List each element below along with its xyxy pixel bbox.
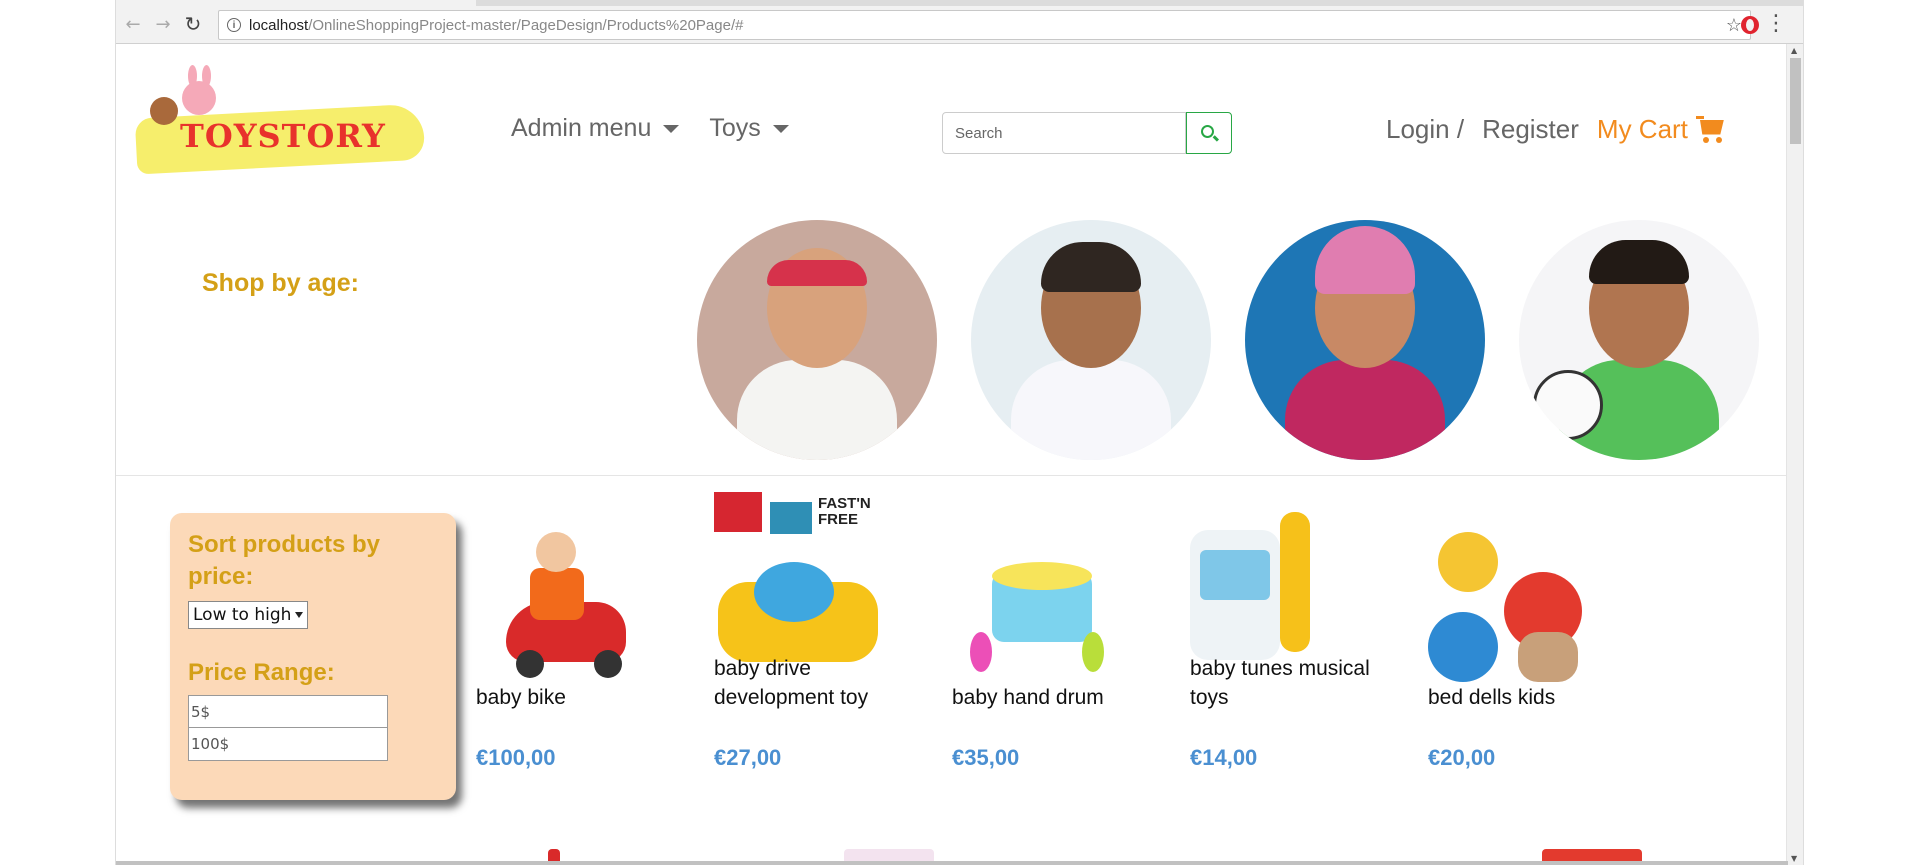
cart-link[interactable]: My Cart <box>1597 114 1726 145</box>
nav-admin-menu[interactable]: Admin menu <box>511 114 680 143</box>
sort-title: Sort products by price: <box>188 531 381 590</box>
logo-text: TOYSTORY <box>180 117 386 155</box>
search-form <box>942 112 1232 154</box>
info-icon[interactable]: i <box>227 18 241 32</box>
browser-window: ← → ↻ i localhost/OnlineShoppingProject-… <box>115 0 1804 865</box>
bunny-icon <box>182 81 216 115</box>
caret-down-icon <box>772 124 789 133</box>
account-links: Login / Register My Cart <box>1386 114 1726 145</box>
address-bar[interactable]: i localhost/OnlineShoppingProject-master… <box>218 10 1751 40</box>
product-card[interactable]: baby tunes musical toys €14,00 <box>1190 502 1428 802</box>
age-category-toddler[interactable] <box>971 220 1211 460</box>
register-link[interactable]: Register <box>1482 114 1579 145</box>
product-card[interactable]: bed dells kids €20,00 <box>1428 502 1666 802</box>
min-price-input[interactable] <box>188 695 388 728</box>
product-image[interactable] <box>1428 502 1598 692</box>
filter-panel: Sort products by price: Low to high Pric… <box>170 513 456 800</box>
browser-toolbar: ← → ↻ i localhost/OnlineShoppingProject-… <box>116 6 1803 44</box>
sort-select[interactable]: Low to high <box>188 601 308 629</box>
page-content: TOYSTORY Admin menu Toys Login / Registe… <box>116 44 1788 861</box>
product-card[interactable]: FAST'N FREE baby drive development toy €… <box>714 492 952 802</box>
cart-label: My Cart <box>1596 114 1688 144</box>
product-name[interactable]: baby hand drum <box>952 683 1172 712</box>
vertical-scrollbar[interactable]: ▲ ▼ <box>1786 44 1803 865</box>
site-logo[interactable]: TOYSTORY <box>134 65 426 179</box>
search-button[interactable] <box>1186 112 1232 154</box>
section-divider <box>116 475 1788 476</box>
shopping-cart-icon <box>1695 115 1726 144</box>
product-price: €20,00 <box>1428 745 1496 770</box>
search-input[interactable] <box>942 112 1186 154</box>
login-link[interactable]: Login / <box>1386 114 1464 145</box>
product-price: €27,00 <box>714 745 782 770</box>
scroll-down-icon[interactable]: ▼ <box>1791 854 1797 863</box>
main-nav: Admin menu Toys <box>511 114 789 143</box>
url-host: localhost <box>249 16 309 34</box>
product-card[interactable]: baby bike €100,00 <box>476 502 714 802</box>
reload-icon[interactable]: ↻ <box>180 11 206 37</box>
scrollbar-thumb[interactable] <box>1790 58 1801 144</box>
bookmark-star-icon[interactable]: ☆ <box>1726 15 1742 36</box>
browser-menu-icon[interactable]: ⋮ <box>1765 12 1787 36</box>
shop-by-age-label: Shop by age: <box>202 269 359 297</box>
forward-icon[interactable]: → <box>150 11 176 37</box>
fast-free-badge: FAST'N FREE <box>818 495 871 528</box>
sort-selected-value: Low to high <box>193 605 292 625</box>
product-grid: baby bike €100,00 FAST'N FREE baby drive… <box>476 492 1666 802</box>
nav-admin-menu-label: Admin menu <box>511 114 652 142</box>
back-icon[interactable]: ← <box>120 11 146 37</box>
product-name[interactable]: baby bike <box>476 683 696 712</box>
age-category-list <box>697 220 1759 460</box>
nav-toys[interactable]: Toys <box>709 114 789 143</box>
sale-badge-icon <box>714 492 762 532</box>
product-card[interactable]: baby hand drum €35,00 <box>952 502 1190 802</box>
nav-toys-label: Toys <box>709 114 761 142</box>
age-category-child[interactable] <box>1245 220 1485 460</box>
scroll-up-icon[interactable]: ▲ <box>1791 46 1797 55</box>
product-price: €35,00 <box>952 745 1020 770</box>
dropdown-arrow-icon <box>295 612 303 618</box>
max-price-input[interactable] <box>188 728 388 761</box>
age-category-baby[interactable] <box>697 220 937 460</box>
teddy-bear-icon <box>150 97 178 125</box>
url-path: /OnlineShoppingProject-master/PageDesign… <box>308 16 744 34</box>
product-image[interactable] <box>952 502 1122 692</box>
product-price: €14,00 <box>1190 745 1258 770</box>
search-icon <box>1200 124 1214 138</box>
product-name[interactable]: baby drive development toy <box>714 654 934 712</box>
product-name[interactable]: bed dells kids <box>1428 683 1648 712</box>
product-image[interactable] <box>476 502 646 692</box>
horizontal-scrollbar[interactable] <box>116 861 1788 865</box>
price-range-title: Price Range: <box>188 659 335 686</box>
product-price: €100,00 <box>476 745 556 770</box>
age-category-kid[interactable] <box>1519 220 1759 460</box>
opera-extension-icon[interactable] <box>1741 16 1759 34</box>
next-product-row <box>476 849 1776 861</box>
caret-down-icon <box>663 124 680 133</box>
toy-badge-icon <box>770 502 812 534</box>
product-name[interactable]: baby tunes musical toys <box>1190 654 1410 712</box>
